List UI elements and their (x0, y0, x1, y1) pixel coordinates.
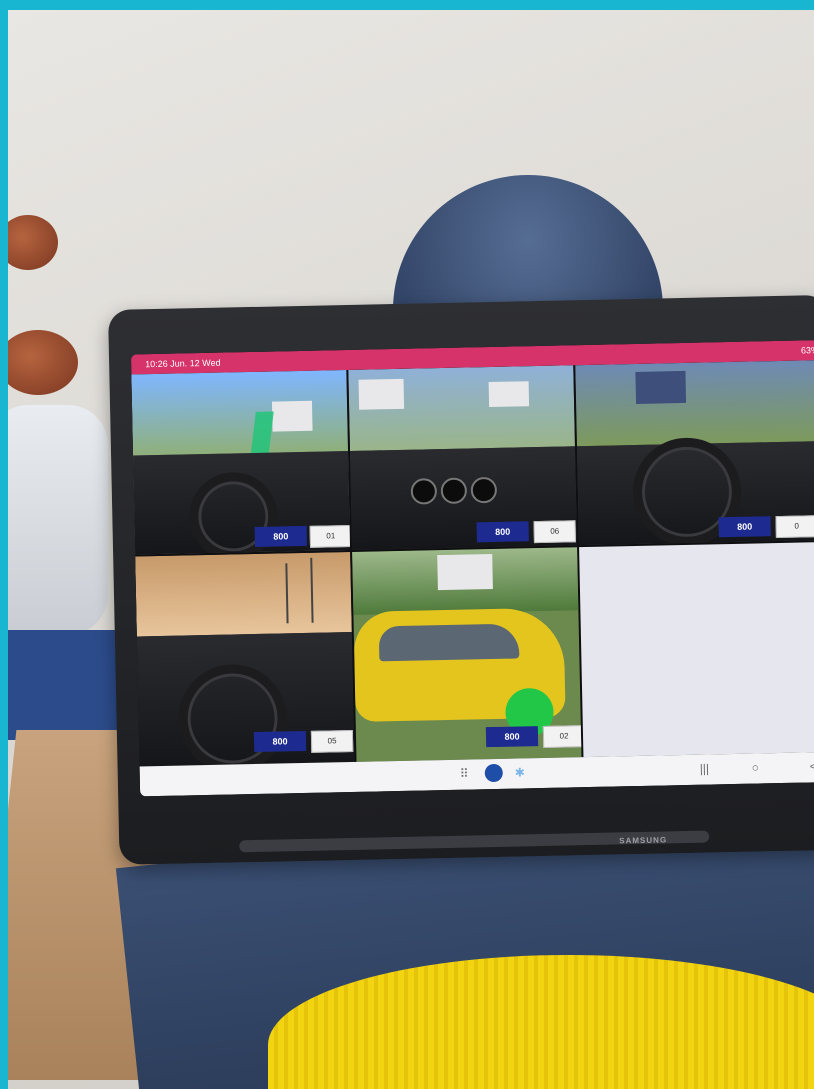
shoe (8, 330, 78, 395)
apps-icon[interactable]: ⠿ (460, 767, 469, 781)
cushion (8, 405, 108, 635)
tablet-screen: 10:26 Jun. 12 Wed 63% 800 01 800 06 800 … (130, 339, 814, 797)
camera-tile-4[interactable]: 800 05 (135, 551, 355, 767)
recents-button[interactable]: ||| (700, 762, 710, 776)
tile-id-badge: 05 (310, 729, 354, 753)
tile-id-badge: 02 (542, 725, 582, 748)
tile-id-badge: 01 (309, 524, 351, 548)
tile-value-badge: 800 (485, 726, 539, 748)
snowflake-icon[interactable]: ✱ (515, 765, 525, 779)
photo-scene: 10:26 Jun. 12 Wed 63% 800 01 800 06 800 … (8, 10, 814, 1089)
shoe (8, 215, 58, 270)
status-battery: 63% (800, 345, 814, 356)
camera-tile-3[interactable]: 800 0 (575, 359, 814, 546)
tile-id-badge: 06 (533, 520, 576, 544)
camera-tile-1[interactable]: 800 01 (131, 370, 351, 555)
tablet: 10:26 Jun. 12 Wed 63% 800 01 800 06 800 … (108, 294, 814, 865)
status-time: 10:26 Jun. 12 Wed (145, 357, 221, 370)
tile-value-badge: 800 (476, 521, 529, 543)
tile-id-badge: 0 (775, 515, 814, 539)
settings-icon[interactable] (484, 763, 503, 783)
camera-tile-2[interactable]: 800 06 (348, 365, 578, 550)
chair-seat (8, 630, 128, 740)
camera-tile-5[interactable]: 800 02 (352, 547, 582, 762)
brand-logo: SAMSUNG (619, 835, 668, 846)
empty-tile (579, 541, 814, 758)
back-button[interactable]: < (810, 759, 814, 773)
home-button[interactable]: ○ (752, 760, 760, 774)
tile-value-badge: 800 (253, 730, 307, 753)
tile-value-badge: 800 (254, 525, 307, 547)
tile-value-badge: 800 (718, 516, 771, 538)
